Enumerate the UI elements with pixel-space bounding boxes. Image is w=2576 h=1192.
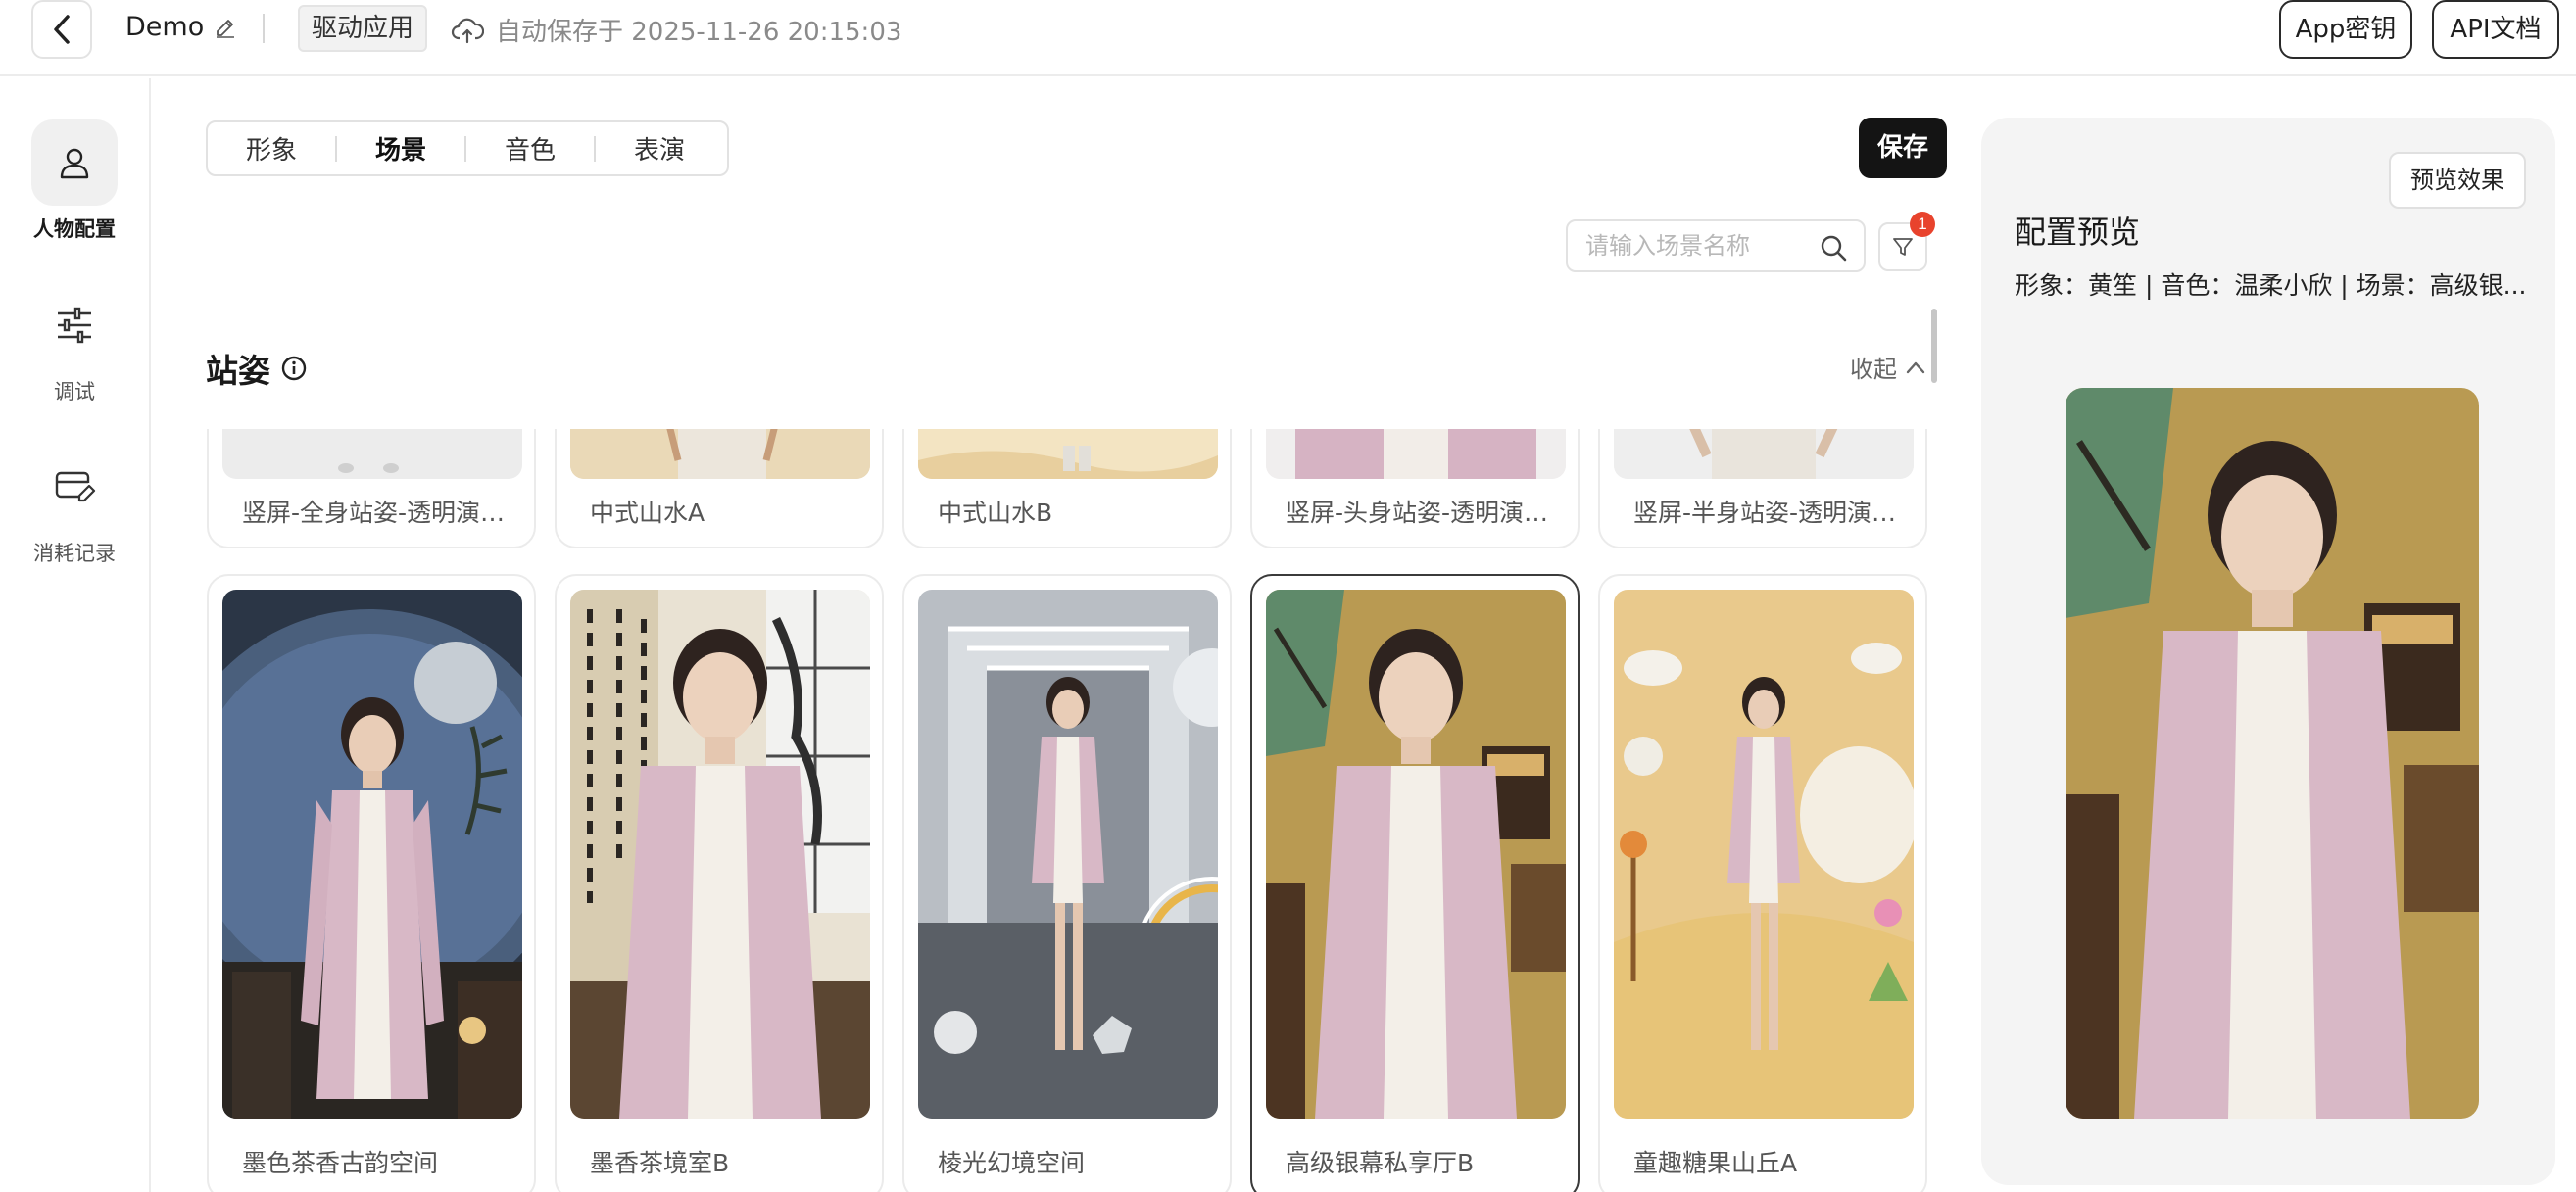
app-name-text: Demo [125,12,205,42]
chevron-up-icon [1906,361,1925,373]
api-doc-button[interactable]: API文档 [2432,0,2559,59]
scene-thumbnail [918,429,1218,479]
scene-card-label: 墨香茶境室B [590,1149,730,1177]
scene-card[interactable]: 中式山水B [902,429,1232,548]
save-button[interactable]: 保存 [1859,118,1947,178]
preview-image [2066,388,2479,1119]
top-bar: Demo 驱动应用 自动保存于 2025-11-26 20:15:03 App密… [0,0,2576,76]
scene-card[interactable]: 中式山水A [555,429,884,548]
app-type-tag: 驱动应用 [298,5,428,52]
sidebar-item-debug[interactable]: 调试 [0,282,149,405]
chevron-left-icon [54,15,70,44]
scene-thumbnail [570,590,870,1119]
collapse-toggle[interactable]: 收起 [1850,350,1926,384]
sidebar-item-label: 人物配置 [33,217,116,241]
left-sidebar: 人物配置 调试 消耗记录 [0,78,151,1192]
sidebar-item-usage-records[interactable]: 消耗记录 [0,444,149,567]
scene-card[interactable]: 棱光幻境空间 [902,574,1232,1192]
tab-scene[interactable]: 场景 [337,130,464,167]
scene-card-label: 墨色茶香古韵空间 [242,1149,439,1177]
scene-card-selected[interactable]: 高级银幕私享厅B [1250,574,1580,1192]
scene-card-label: 中式山水A [590,499,705,527]
config-preview-panel: 预览效果 配置预览 形象：黄笙 | 音色：温柔小欣 | 场景：高级银... [1981,118,2555,1185]
cloud-icon [451,18,484,43]
scene-card-label: 竖屏-半身站姿-透明演播... [1633,499,1918,527]
tab-appearance[interactable]: 形象 [208,130,335,167]
pencil-icon[interactable] [214,16,237,39]
sidebar-item-character-config[interactable]: 人物配置 [0,119,149,243]
scrollbar-thumb[interactable] [1931,309,1937,383]
collapse-label: 收起 [1850,356,1897,383]
autosave-status: 自动保存于 2025-11-26 20:15:03 [451,12,901,48]
scene-card-label: 竖屏-头身站姿-透明演播... [1286,499,1570,527]
sidebar-item-label: 调试 [54,380,95,404]
app-name: Demo [125,12,237,42]
back-button[interactable] [31,0,92,59]
scene-thumbnail [1266,429,1566,479]
scene-card[interactable]: 童趣糖果山丘A [1598,574,1927,1192]
app-key-button[interactable]: App密钥 [2279,0,2412,59]
scene-thumbnail [1266,590,1566,1119]
info-icon[interactable] [280,355,308,382]
scene-card[interactable]: 竖屏-半身站姿-透明演播... [1598,429,1927,548]
scene-card-label: 中式山水B [938,499,1053,527]
scene-thumbnail [1614,590,1914,1119]
scene-thumbnail [570,429,870,479]
preview-title: 配置预览 [2015,214,2141,251]
user-icon [60,148,89,179]
scene-thumbnail [1614,429,1914,479]
scene-card[interactable]: 竖屏-全身站姿-透明演播... [207,429,536,548]
section-title-text: 站姿 [206,352,270,390]
scene-thumbnail [222,429,522,479]
tab-performance[interactable]: 表演 [596,130,723,167]
scene-card[interactable]: 竖屏-头身站姿-透明演播... [1250,429,1580,548]
scene-search [1566,219,1866,272]
sliders-icon [58,307,91,344]
scene-grid: 竖屏-全身站姿-透明演播... 中式山水A 中式山水B 竖屏-头身站姿-透明演播… [201,429,1940,1192]
scene-thumbnail [918,590,1218,1119]
search-icon[interactable] [1819,233,1848,262]
section-title: 站姿 [206,345,308,392]
autosave-text: 自动保存于 2025-11-26 20:15:03 [496,18,902,47]
scene-thumbnail [222,590,522,1119]
filter-icon [1893,238,1913,256]
sidebar-item-label: 消耗记录 [33,542,116,565]
filter-count-badge: 1 [1910,212,1935,237]
scene-card-label: 竖屏-全身站姿-透明演播... [242,499,526,527]
scene-card-label: 高级银幕私享厅B [1286,1149,1475,1177]
preview-description: 形象：黄笙 | 音色：温柔小欣 | 场景：高级银... [2015,271,2527,300]
scene-card[interactable]: 墨色茶香古韵空间 [207,574,536,1192]
search-input[interactable] [1585,232,1811,260]
scene-card[interactable]: 墨香茶境室B [555,574,884,1192]
config-tabs: 形象 场景 音色 表演 [206,120,729,176]
header-divider [263,14,265,43]
tab-voice[interactable]: 音色 [466,130,594,167]
preview-effect-button[interactable]: 预览效果 [2389,152,2526,209]
wallet-edit-icon [55,471,96,502]
scene-card-label: 棱光幻境空间 [938,1149,1086,1177]
scene-card-label: 童趣糖果山丘A [1633,1149,1798,1177]
